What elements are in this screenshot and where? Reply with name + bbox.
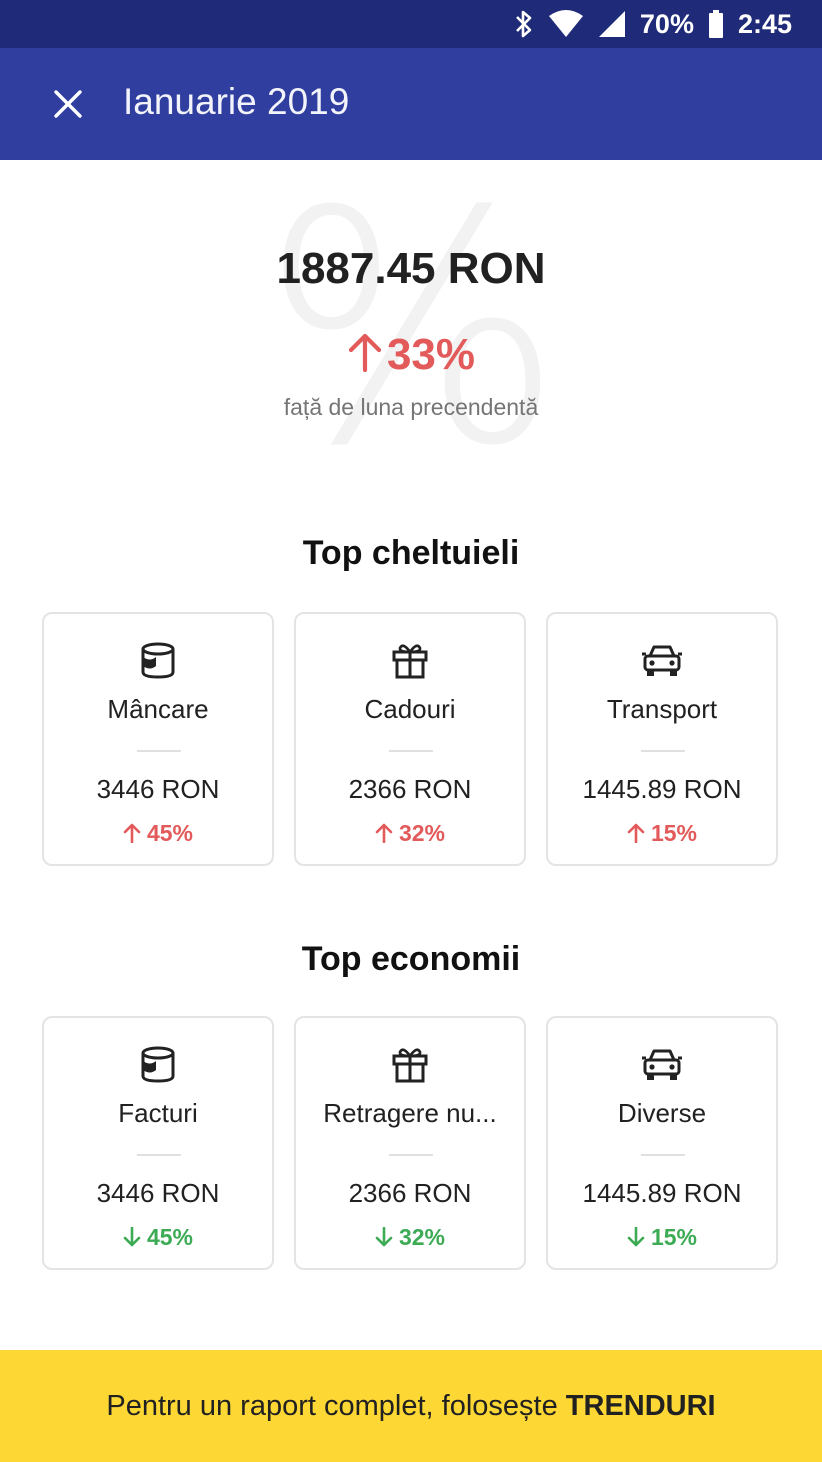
card-amount: 1445.89 RON: [582, 774, 742, 804]
card-change: 45%: [44, 820, 272, 849]
monthly-summary: % 1887.45 RON 33% față de luna precenden…: [0, 160, 822, 490]
close-button[interactable]: [38, 74, 98, 134]
card-category: Diverse: [617, 1098, 707, 1128]
card-change-percent: 45%: [146, 1224, 194, 1250]
card-category: Facturi: [118, 1098, 198, 1128]
arrow-up-icon: [347, 332, 383, 383]
arrow-up-icon: [627, 822, 645, 849]
card-change-percent: 15%: [650, 820, 698, 846]
compare-label: față de luna precendentă: [283, 394, 539, 420]
card-divider: [389, 750, 433, 752]
card-divider: [641, 750, 685, 752]
card-change: 32%: [296, 820, 524, 849]
top-savings-cards: Facturi 3446 RON 45% Retragere nu... 236…: [42, 1016, 778, 1270]
change-percent: 33%: [386, 330, 476, 379]
savings-card-bills[interactable]: Facturi 3446 RON 45%: [42, 1016, 274, 1270]
savings-card-withdrawal[interactable]: Retragere nu... 2366 RON 32%: [294, 1016, 526, 1270]
gift-icon: [296, 640, 524, 680]
total-amount: 1887.45 RON: [276, 244, 546, 293]
card-change-percent: 32%: [398, 1224, 446, 1250]
arrow-down-icon: [627, 1226, 645, 1253]
battery-percent: 70%: [639, 8, 694, 39]
arrow-up-icon: [375, 822, 393, 849]
card-change: 15%: [548, 1224, 776, 1253]
card-category: Retragere nu...: [323, 1098, 497, 1128]
arrow-up-icon: [123, 822, 141, 849]
card-change: 32%: [296, 1224, 524, 1253]
card-amount: 2366 RON: [348, 1178, 472, 1208]
card-amount: 3446 RON: [96, 774, 220, 804]
savings-card-misc[interactable]: Diverse 1445.89 RON 15%: [546, 1016, 778, 1270]
battery-icon: [708, 9, 724, 39]
gift-icon: [296, 1044, 524, 1084]
top-savings-title: Top economii: [301, 940, 521, 978]
food-can-icon: [44, 1044, 272, 1084]
trends-banner[interactable]: Pentru un raport complet, folosește TREN…: [0, 1350, 822, 1462]
card-category: Cadouri: [364, 694, 456, 724]
status-bar-right: 70% 2:45: [514, 0, 792, 48]
card-change-percent: 45%: [146, 820, 194, 846]
card-amount: 1445.89 RON: [582, 1178, 742, 1208]
car-icon: [548, 1044, 776, 1084]
close-icon: [54, 90, 82, 118]
card-change: 45%: [44, 1224, 272, 1253]
food-can-icon: [44, 640, 272, 680]
top-expenses-cards: Mâncare 3446 RON 45% Cadouri 2366 RON 32…: [42, 612, 778, 866]
card-divider: [389, 1154, 433, 1156]
expense-card-food[interactable]: Mâncare 3446 RON 45%: [42, 612, 274, 866]
signal-icon: [598, 10, 626, 38]
top-expenses-title: Top cheltuieli: [302, 534, 520, 572]
card-amount: 3446 RON: [96, 1178, 220, 1208]
expense-card-transport[interactable]: Transport 1445.89 RON 15%: [546, 612, 778, 866]
arrow-down-icon: [123, 1226, 141, 1253]
card-category: Transport: [606, 694, 718, 724]
card-change-percent: 32%: [398, 820, 446, 846]
car-icon: [548, 640, 776, 680]
card-divider: [641, 1154, 685, 1156]
expense-card-gifts[interactable]: Cadouri 2366 RON 32%: [294, 612, 526, 866]
card-category: Mâncare: [107, 694, 209, 724]
trends-banner-message: Pentru un raport complet, folosește: [106, 1390, 566, 1422]
trends-link[interactable]: TRENDURI: [566, 1390, 716, 1422]
card-divider: [137, 1154, 181, 1156]
change-indicator: 33%: [0, 330, 822, 383]
card-change-percent: 15%: [650, 1224, 698, 1250]
bluetooth-icon: [514, 9, 534, 39]
card-amount: 2366 RON: [348, 774, 472, 804]
status-bar: 70% 2:45: [0, 0, 822, 48]
trends-banner-text: Pentru un raport complet, folosește TREN…: [0, 1350, 822, 1462]
clock: 2:45: [737, 8, 792, 39]
arrow-down-icon: [375, 1226, 393, 1253]
wifi-icon: [548, 10, 584, 38]
card-divider: [137, 750, 181, 752]
card-change: 15%: [548, 820, 776, 849]
